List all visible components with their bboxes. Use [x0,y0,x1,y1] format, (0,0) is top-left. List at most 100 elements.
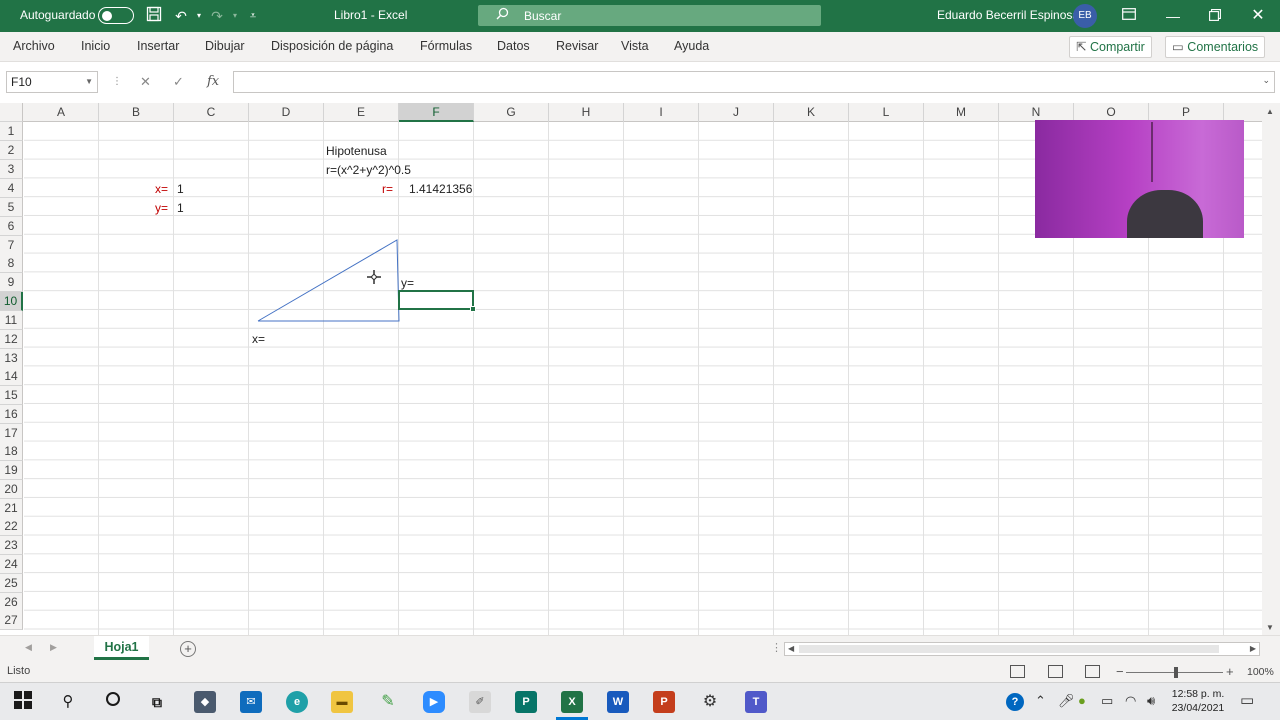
ribbon-display-options-icon[interactable] [1114,5,1144,27]
tab-insertar[interactable]: Insertar [137,39,179,53]
vertical-scrollbar[interactable]: ▲ ▼ [1262,103,1280,635]
scroll-thumb[interactable] [799,645,1219,653]
system-clock[interactable]: 12:58 p. m. 23/04/2021 [1168,687,1228,715]
column-header[interactable]: A [24,103,99,122]
row-header[interactable]: 9 [0,273,23,292]
excel-taskbar-icon[interactable]: X [561,691,583,713]
scroll-up-icon[interactable]: ▲ [1266,107,1274,116]
wifi-icon[interactable]: ◠ [1125,693,1136,709]
mail-icon[interactable]: ✉ [240,691,262,713]
page-layout-view-icon[interactable] [1048,665,1063,678]
tab-vista[interactable]: Vista [621,39,649,53]
row-header[interactable]: 12 [0,330,23,349]
volume-icon[interactable]: 🔊︎ [1147,693,1155,709]
page-break-view-icon[interactable] [1085,665,1100,678]
comments-button[interactable]: ▭ Comentarios [1165,36,1266,58]
redo-dropdown-icon[interactable]: ▾ [226,6,244,26]
insert-function-icon[interactable]: fx [207,74,219,89]
autosave-toggle[interactable] [98,7,134,24]
zoom-app-icon[interactable]: ▶ [423,691,445,713]
minimize-icon[interactable]: — [1158,5,1188,27]
file-explorer-icon[interactable]: ▬ [331,691,353,713]
zoom-slider-knob[interactable] [1174,667,1178,678]
tab-split-icon[interactable]: ⋮ [771,641,782,654]
notifications-icon[interactable]: ▭ [1240,691,1254,709]
settings-gear-icon[interactable]: ⚙ [699,691,721,713]
undo-dropdown-icon[interactable]: ▾ [190,6,208,26]
help-icon[interactable]: ? [1006,693,1024,711]
zoom-level[interactable]: 100% [1247,666,1274,678]
row-header[interactable]: 20 [0,480,23,499]
row-header[interactable]: 11 [0,311,23,330]
tab-ayuda[interactable]: Ayuda [674,39,709,53]
battery-icon[interactable]: ▭ [1101,693,1113,709]
app-tray-icon[interactable]: ● [1078,693,1086,708]
name-box[interactable]: F10 ▼ [6,71,98,93]
column-header[interactable]: C [174,103,249,122]
row-header[interactable]: 8 [0,254,23,273]
word-icon[interactable]: W [607,691,629,713]
column-header[interactable]: J [699,103,774,122]
row-header[interactable]: 17 [0,424,23,443]
add-sheet-button[interactable]: + [180,641,196,657]
zoom-out-icon[interactable]: − [1116,664,1124,679]
column-header[interactable]: M [924,103,999,122]
tab-formulas[interactable]: Fórmulas [420,39,472,53]
restore-icon[interactable] [1200,5,1230,27]
normal-view-icon[interactable] [1010,665,1025,678]
row-header[interactable]: 22 [0,517,23,536]
windows-start-icon[interactable] [12,691,34,713]
next-sheet-icon[interactable]: ▶ [50,642,57,653]
redo-icon[interactable]: ↷ [208,6,226,26]
cortana-icon[interactable] [102,691,124,713]
cell-F4[interactable]: 1.41421356 [409,180,472,198]
chevron-down-icon[interactable]: ▼ [85,72,93,92]
fill-handle[interactable] [470,306,476,312]
scroll-down-icon[interactable]: ▼ [1266,623,1274,632]
cell-B5[interactable]: y= [155,199,168,217]
active-cell-F10[interactable] [398,290,476,312]
tab-revisar[interactable]: Revisar [556,39,598,53]
expand-formula-bar-icon[interactable]: ⌄ [1262,75,1270,86]
row-header-selected[interactable]: 10 [0,292,23,311]
row-header[interactable]: 14 [0,367,23,386]
tab-dibujar[interactable]: Dibujar [205,39,245,53]
undo-icon[interactable]: ↶ [172,6,190,26]
zoom-in-icon[interactable]: + [1226,664,1234,679]
cell-C4[interactable]: 1 [177,180,184,198]
row-header[interactable]: 24 [0,555,23,574]
tab-datos[interactable]: Datos [497,39,530,53]
customize-toolbar-icon[interactable]: ⩡ [244,6,262,26]
cell-E4[interactable]: r= [382,180,393,198]
row-header[interactable]: 4 [0,179,23,198]
row-header[interactable]: 26 [0,593,23,612]
row-header[interactable]: 5 [0,198,23,217]
tab-archivo[interactable]: Archivo [13,39,55,53]
share-button[interactable]: ⇱ Compartir [1069,36,1152,58]
column-header[interactable]: H [549,103,624,122]
column-header[interactable]: D [249,103,324,122]
search-taskbar-icon[interactable]: ⚲ [57,691,79,713]
x-label[interactable]: x= [252,330,265,348]
save-icon[interactable] [145,6,163,26]
row-header[interactable]: 15 [0,386,23,405]
row-header[interactable]: 18 [0,442,23,461]
cell-C5[interactable]: 1 [177,199,184,217]
sheet-tab-hoja1[interactable]: Hoja1 [94,636,149,660]
row-header[interactable]: 23 [0,536,23,555]
cancel-icon[interactable]: ✕ [140,74,151,90]
row-header[interactable]: 3 [0,160,23,179]
row-header[interactable]: 21 [0,499,23,518]
column-header[interactable]: K [774,103,849,122]
row-header[interactable]: 19 [0,461,23,480]
row-header[interactable]: 13 [0,349,23,368]
task-view-icon[interactable]: ⧉ [146,691,168,713]
enter-icon[interactable]: ✓ [173,74,184,90]
column-header[interactable]: E [324,103,399,122]
column-header-selected[interactable]: F [399,103,474,122]
scroll-left-icon[interactable]: ◀ [788,643,794,655]
publisher-icon[interactable]: P [515,691,537,713]
triangle-drawing[interactable] [250,235,410,330]
cell-E3[interactable]: r=(x^2+y^2)^0.5 [326,161,411,179]
teams-icon[interactable]: T [745,691,767,713]
